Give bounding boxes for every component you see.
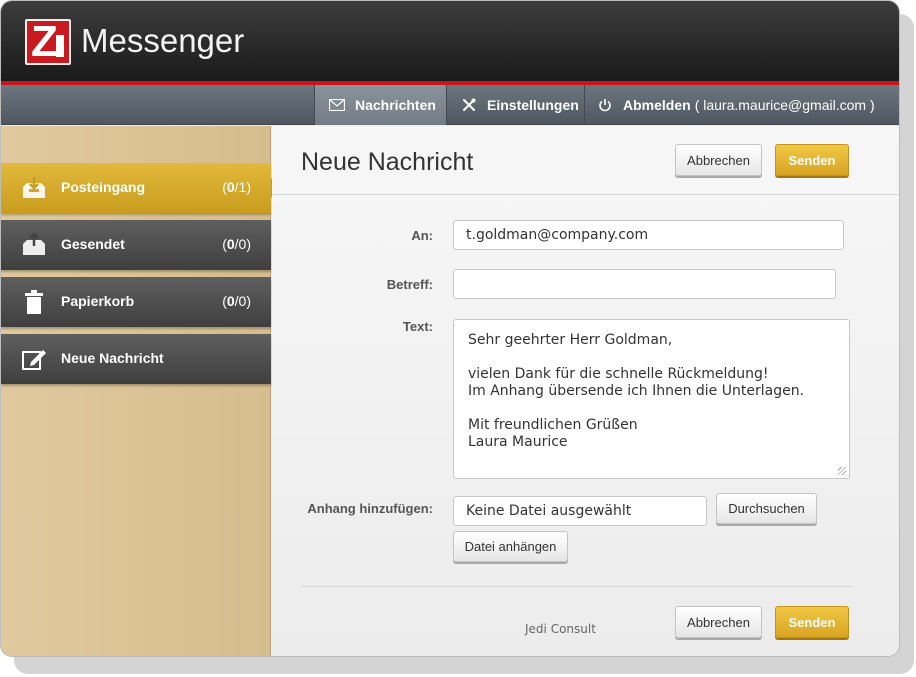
send-button-top[interactable]: Senden xyxy=(775,144,849,176)
app-title: Messenger xyxy=(81,22,245,59)
sidebar-item-sent[interactable]: Gesendet (0/0) xyxy=(1,220,271,270)
send-button-bottom[interactable]: Senden xyxy=(775,606,849,638)
sidebar-item-label: Gesendet xyxy=(61,236,125,252)
sidebar-item-count: (0/1) xyxy=(222,179,251,195)
header: Z Messenger xyxy=(1,1,899,81)
nav-logout[interactable]: Abmelden ( laura.maurice@gmail.com ) xyxy=(584,85,899,125)
sidebar-item-label: Posteingang xyxy=(61,179,146,195)
nav-messages-label: Nachrichten xyxy=(355,97,436,113)
nav-settings[interactable]: Einstellungen xyxy=(446,85,584,125)
message-line xyxy=(468,349,835,366)
message-line: vielen Dank für die schnelle Rückmeldung… xyxy=(468,366,769,382)
sidebar-item-inbox[interactable]: Posteingang (0/1) xyxy=(1,163,281,213)
message-line: Laura Maurice xyxy=(468,434,568,450)
subject-field[interactable] xyxy=(453,269,836,299)
page-title: Neue Nachricht xyxy=(301,148,474,176)
sidebar-item-trash[interactable]: Papierkorb (0/0) xyxy=(1,277,271,327)
cancel-button-bottom[interactable]: Abbrechen xyxy=(675,606,762,638)
outbox-icon xyxy=(21,232,47,258)
browse-button[interactable]: Durchsuchen xyxy=(716,493,817,524)
trash-icon xyxy=(21,289,47,315)
message-line: Sehr geehrter Herr Goldman, xyxy=(468,332,673,348)
nav-settings-label: Einstellungen xyxy=(487,97,579,113)
envelope-icon xyxy=(329,97,345,113)
message-line: Mit freundlichen Grüßen xyxy=(468,417,638,433)
message-line xyxy=(468,400,835,417)
nav-messages[interactable]: Nachrichten xyxy=(314,85,446,125)
message-body-textarea[interactable]: Sehr geehrter Herr Goldman, vielen Dank … xyxy=(453,319,850,479)
top-navbar: Nachrichten Einstellungen Abmelden ( lau… xyxy=(1,85,899,125)
footer-brand: Jedi Consult xyxy=(525,622,596,636)
inbox-icon xyxy=(21,175,47,201)
divider xyxy=(272,194,899,195)
to-field[interactable]: t.goldman@company.com xyxy=(453,220,844,250)
tools-icon xyxy=(461,97,477,113)
nav-logout-label: Abmelden xyxy=(623,97,691,113)
logo-bar xyxy=(56,35,64,57)
sidebar-item-new-message[interactable]: Neue Nachricht xyxy=(1,334,271,384)
attachment-label: Anhang hinzufügen: xyxy=(307,501,433,516)
logo-letter: Z xyxy=(31,17,58,66)
user-email: ( laura.maurice@gmail.com ) xyxy=(694,97,875,113)
to-label: An: xyxy=(411,228,433,243)
power-icon xyxy=(597,97,613,113)
resize-handle[interactable] xyxy=(838,467,846,475)
file-name-field: Keine Datei ausgewählt xyxy=(453,496,707,526)
subject-label: Betreff: xyxy=(386,277,433,292)
sidebar-item-count: (0/0) xyxy=(222,236,251,252)
cancel-button-top[interactable]: Abbrechen xyxy=(675,144,762,176)
sidebar-item-label: Neue Nachricht xyxy=(61,350,164,366)
sidebar-item-count: (0/0) xyxy=(222,293,251,309)
message-line: Im Anhang übersende ich Ihnen die Unterl… xyxy=(468,383,805,399)
attach-file-button[interactable]: Datei anhängen xyxy=(453,531,568,562)
app-window: Z Messenger Nachrichten Einstellungen Ab… xyxy=(0,0,900,657)
sidebar-item-label: Papierkorb xyxy=(61,293,135,309)
main-content: Neue Nachricht Abbrechen Senden An: t.go… xyxy=(272,126,899,656)
text-label: Text: xyxy=(402,319,433,334)
divider xyxy=(301,586,853,587)
sidebar: Posteingang (0/1) Gesendet (0/0) Papierk… xyxy=(1,126,281,656)
compose-icon xyxy=(21,346,47,372)
logo: Z xyxy=(25,17,71,66)
